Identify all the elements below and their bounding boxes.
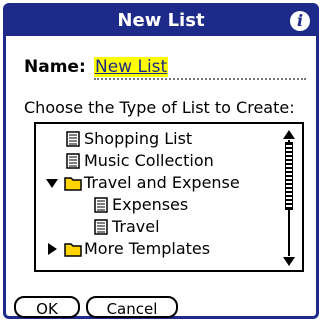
folder-icon bbox=[64, 243, 82, 257]
folder-icon bbox=[64, 177, 82, 191]
list-document-icon bbox=[94, 219, 108, 235]
list-document-icon bbox=[66, 153, 80, 169]
tree-folder-label: More Templates bbox=[84, 239, 211, 258]
info-icon[interactable]: i bbox=[290, 11, 310, 31]
template-tree: Shopping List Music Collection Travel an… bbox=[36, 128, 276, 260]
ok-button[interactable]: OK bbox=[14, 296, 80, 318]
tree-item-travel[interactable]: Travel bbox=[36, 216, 276, 238]
screen: New List i Name: New List Choose the Typ… bbox=[0, 0, 325, 325]
tree-item-label: Shopping List bbox=[84, 129, 193, 148]
scroll-up-arrow-icon[interactable] bbox=[283, 130, 295, 139]
tree-item-label: Travel bbox=[112, 217, 160, 236]
expand-right-arrow-icon[interactable] bbox=[48, 243, 57, 255]
title-bar: New List i bbox=[6, 6, 316, 36]
expand-down-arrow-icon[interactable] bbox=[46, 179, 58, 188]
tree-folder-label: Travel and Expense bbox=[84, 173, 240, 192]
tree-item-expenses[interactable]: Expenses bbox=[36, 194, 276, 216]
list-type-prompt: Choose the Type of List to Create: bbox=[24, 98, 295, 117]
name-value: New List bbox=[94, 57, 169, 77]
name-label: Name: bbox=[24, 57, 86, 77]
tree-item-label: Music Collection bbox=[84, 151, 214, 170]
tree-item-music-collection[interactable]: Music Collection bbox=[36, 150, 276, 172]
tree-item-shopping-list[interactable]: Shopping List bbox=[36, 128, 276, 150]
list-document-icon bbox=[94, 197, 108, 213]
new-list-dialog: New List i Name: New List Choose the Typ… bbox=[3, 3, 319, 319]
scroll-thumb[interactable] bbox=[285, 142, 293, 210]
scrollbar[interactable] bbox=[282, 130, 296, 266]
dialog-title: New List bbox=[117, 10, 205, 31]
list-document-icon bbox=[66, 131, 80, 147]
tree-folder-travel-and-expense[interactable]: Travel and Expense bbox=[36, 172, 276, 194]
tree-item-label: Expenses bbox=[112, 195, 189, 214]
name-row: Name: New List bbox=[24, 54, 306, 80]
scroll-down-arrow-icon[interactable] bbox=[283, 257, 295, 266]
cancel-button[interactable]: Cancel bbox=[86, 296, 178, 318]
tree-folder-more-templates[interactable]: More Templates bbox=[36, 238, 276, 260]
name-input[interactable]: New List bbox=[94, 54, 306, 80]
template-list[interactable]: Shopping List Music Collection Travel an… bbox=[34, 122, 304, 272]
